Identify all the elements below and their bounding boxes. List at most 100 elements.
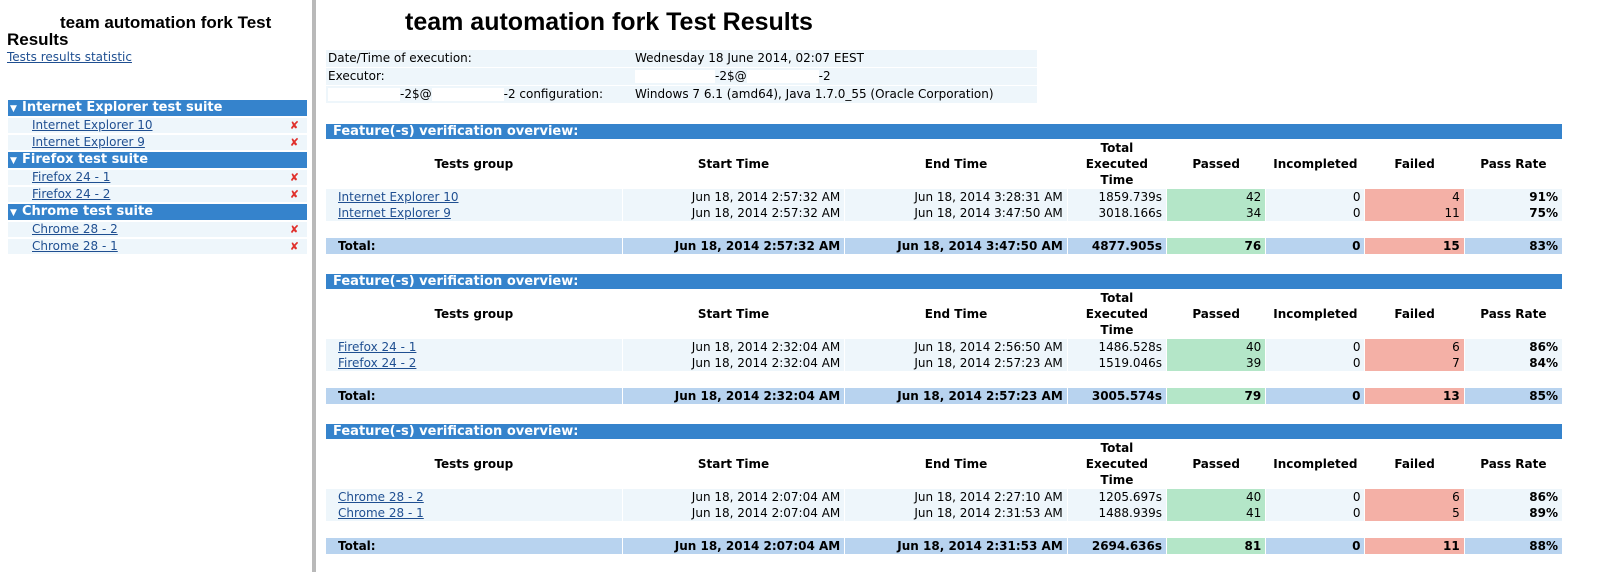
column-header-group: Tests group [434, 457, 514, 471]
group-link[interactable]: Firefox 24 - 1 [338, 340, 416, 354]
configuration-label-b: -2 configuration: [503, 87, 604, 101]
column-header-pass-rate: Pass Rate [1480, 457, 1547, 471]
passed-cell: 39 [1167, 355, 1266, 371]
total-time-cell: 1488.939s [1067, 505, 1167, 521]
suite-item-link[interactable]: Internet Explorer 9 [32, 135, 145, 150]
pass-rate-cell: 91% [1464, 189, 1562, 205]
group-link[interactable]: Firefox 24 - 2 [338, 356, 416, 370]
table-row: Firefox 24 - 2 Jun 18, 2014 2:32:04 AM J… [326, 355, 1562, 371]
total-row: Total: Jun 18, 2014 2:57:32 AM Jun 18, 2… [326, 238, 1562, 254]
tests-statistic-link[interactable]: Tests results statistic [7, 50, 132, 64]
start-time-cell: Jun 18, 2014 2:57:32 AM [622, 205, 845, 221]
total-end-time: Jun 18, 2014 3:47:50 AM [845, 238, 1067, 254]
column-header-incompleted: Incompleted [1273, 457, 1358, 471]
total-label: Total: [326, 238, 622, 254]
total-passed: 76 [1167, 238, 1266, 254]
column-header-incompleted: Incompleted [1273, 307, 1358, 321]
suite-header-chrome[interactable]: ▼ Chrome test suite [8, 204, 307, 220]
page-title: team automation fork Test Results [405, 8, 813, 36]
total-start-time: Jun 18, 2014 2:32:04 AM [622, 388, 845, 404]
incompleted-cell: 0 [1266, 355, 1365, 371]
total-executed-time: 2694.636s [1067, 538, 1167, 554]
end-time-cell: Jun 18, 2014 2:57:23 AM [845, 355, 1067, 371]
column-header-failed: Failed [1394, 307, 1435, 321]
passed-cell: 34 [1167, 205, 1266, 221]
executor-value: -2$@ -2 [633, 68, 1037, 85]
end-time-cell: Jun 18, 2014 3:47:50 AM [845, 205, 1067, 221]
column-header-start: Start Time [697, 307, 770, 321]
group-link[interactable]: Internet Explorer 9 [338, 206, 451, 220]
column-header-end: End Time [924, 157, 988, 171]
passed-cell: 41 [1167, 505, 1266, 521]
pass-rate-cell: 84% [1464, 355, 1562, 371]
end-time-cell: Jun 18, 2014 3:28:31 AM [845, 189, 1067, 205]
start-time-cell: Jun 18, 2014 2:07:04 AM [622, 489, 845, 505]
total-row: Total: Jun 18, 2014 2:32:04 AM Jun 18, 2… [326, 388, 1562, 404]
overview-internet-explorer: Feature(-s) verification overview: Tests… [326, 124, 1562, 254]
results-table: Tests group Start Time End Time Total Exe… [325, 289, 1563, 404]
total-start-time: Jun 18, 2014 2:57:32 AM [622, 238, 845, 254]
column-header-failed: Failed [1394, 157, 1435, 171]
triangle-down-icon: ▼ [10, 156, 17, 166]
column-header-group: Tests group [434, 307, 514, 321]
table-row: Chrome 28 - 1 Jun 18, 2014 2:07:04 AM Ju… [326, 505, 1562, 521]
column-header-passed: Passed [1192, 157, 1240, 171]
configuration-value: Windows 7 6.1 (amd64), Java 1.7.0_55 (Or… [633, 86, 1037, 103]
cross-mark-icon: ✘ [289, 223, 299, 236]
cross-mark-icon: ✘ [289, 119, 299, 132]
total-time-cell: 1486.528s [1067, 339, 1167, 355]
overview-chrome: Feature(-s) verification overview: Tests… [326, 424, 1562, 554]
incompleted-cell: 0 [1266, 189, 1365, 205]
suite-header-firefox[interactable]: ▼ Firefox test suite [8, 152, 307, 168]
results-table: Tests group Start Time End Time Total Exe… [325, 139, 1563, 254]
group-link[interactable]: Chrome 28 - 1 [338, 506, 424, 520]
executor-label: Executor: [326, 68, 633, 85]
cross-mark-icon: ✘ [289, 171, 299, 184]
total-time-cell: 1859.739s [1067, 189, 1167, 205]
total-pass-rate: 85% [1464, 388, 1562, 404]
table-row: Internet Explorer 9 Jun 18, 2014 2:57:32… [326, 205, 1562, 221]
column-header-passed: Passed [1192, 457, 1240, 471]
column-header-start: Start Time [697, 457, 770, 471]
failed-cell: 11 [1365, 205, 1464, 221]
pass-rate-cell: 86% [1464, 339, 1562, 355]
suite-item: Internet Explorer 10 ✘ [8, 118, 307, 133]
group-link[interactable]: Internet Explorer 10 [338, 190, 459, 204]
sidebar: team automation fork Test Results Tests … [0, 0, 316, 572]
failed-cell: 6 [1365, 489, 1464, 505]
group-cell: Internet Explorer 10 [326, 189, 622, 205]
suite-item-link[interactable]: Internet Explorer 10 [32, 118, 153, 133]
suite-item-link[interactable]: Chrome 28 - 1 [32, 239, 118, 254]
datetime-label: Date/Time of execution: [326, 50, 633, 67]
table-row: Internet Explorer 10 Jun 18, 2014 2:57:3… [326, 189, 1562, 205]
passed-cell: 42 [1167, 189, 1266, 205]
total-row: Total: Jun 18, 2014 2:07:04 AM Jun 18, 2… [326, 538, 1562, 554]
column-header-total-time: Total Executed Time [1085, 291, 1148, 337]
suite-item-link[interactable]: Firefox 24 - 1 [32, 170, 110, 185]
configuration-label: -2$@ -2 configuration: [326, 86, 633, 103]
table-row: Firefox 24 - 1 Jun 18, 2014 2:32:04 AM J… [326, 339, 1562, 355]
total-start-time: Jun 18, 2014 2:07:04 AM [622, 538, 845, 554]
failed-cell: 5 [1365, 505, 1464, 521]
group-cell: Chrome 28 - 1 [326, 505, 622, 521]
group-link[interactable]: Chrome 28 - 2 [338, 490, 424, 504]
suite-list: ▼ Internet Explorer test suite Internet E… [8, 100, 307, 256]
results-table: Tests group Start Time End Time Total Exe… [325, 439, 1563, 554]
total-executed-time: 4877.905s [1067, 238, 1167, 254]
executor-value-a: -2$@ [715, 69, 747, 83]
total-label: Total: [326, 388, 622, 404]
failed-cell: 6 [1365, 339, 1464, 355]
suite-item-link[interactable]: Firefox 24 - 2 [32, 187, 110, 202]
suite-header-internet-explorer[interactable]: ▼ Internet Explorer test suite [8, 100, 307, 116]
datetime-value: Wednesday 18 June 2014, 02:07 EEST [633, 50, 1037, 67]
start-time-cell: Jun 18, 2014 2:32:04 AM [622, 339, 845, 355]
triangle-down-icon: ▼ [10, 104, 17, 114]
group-cell: Firefox 24 - 1 [326, 339, 622, 355]
suite-item: Chrome 28 - 1 ✘ [8, 239, 307, 254]
total-incompleted: 0 [1266, 538, 1365, 554]
group-cell: Firefox 24 - 2 [326, 355, 622, 371]
suite-item-link[interactable]: Chrome 28 - 2 [32, 222, 118, 237]
suite-item: Firefox 24 - 1 ✘ [8, 170, 307, 185]
column-header-end: End Time [924, 307, 988, 321]
column-header-end: End Time [924, 457, 988, 471]
